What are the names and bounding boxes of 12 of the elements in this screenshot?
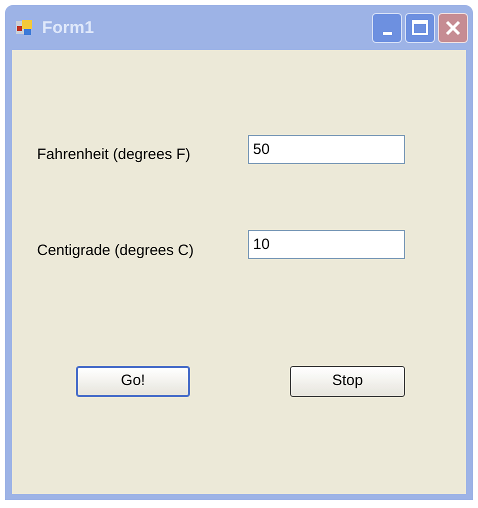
text-field[interactable]: 10 [248, 230, 405, 260]
close-icon [445, 20, 461, 36]
close-button[interactable] [438, 12, 468, 42]
window-title: Form1 [42, 16, 94, 39]
minimize-button[interactable] [372, 12, 402, 42]
maximize-button[interactable] [405, 12, 435, 42]
field-label: Fahrenheit (degrees F) [37, 145, 192, 165]
push-button[interactable]: Stop [290, 366, 405, 397]
field-label: Centigrade (degrees C) [37, 240, 195, 260]
app-icon [16, 18, 34, 36]
push-button[interactable]: Go! [76, 366, 190, 397]
text-field[interactable]: 50 [248, 134, 405, 164]
